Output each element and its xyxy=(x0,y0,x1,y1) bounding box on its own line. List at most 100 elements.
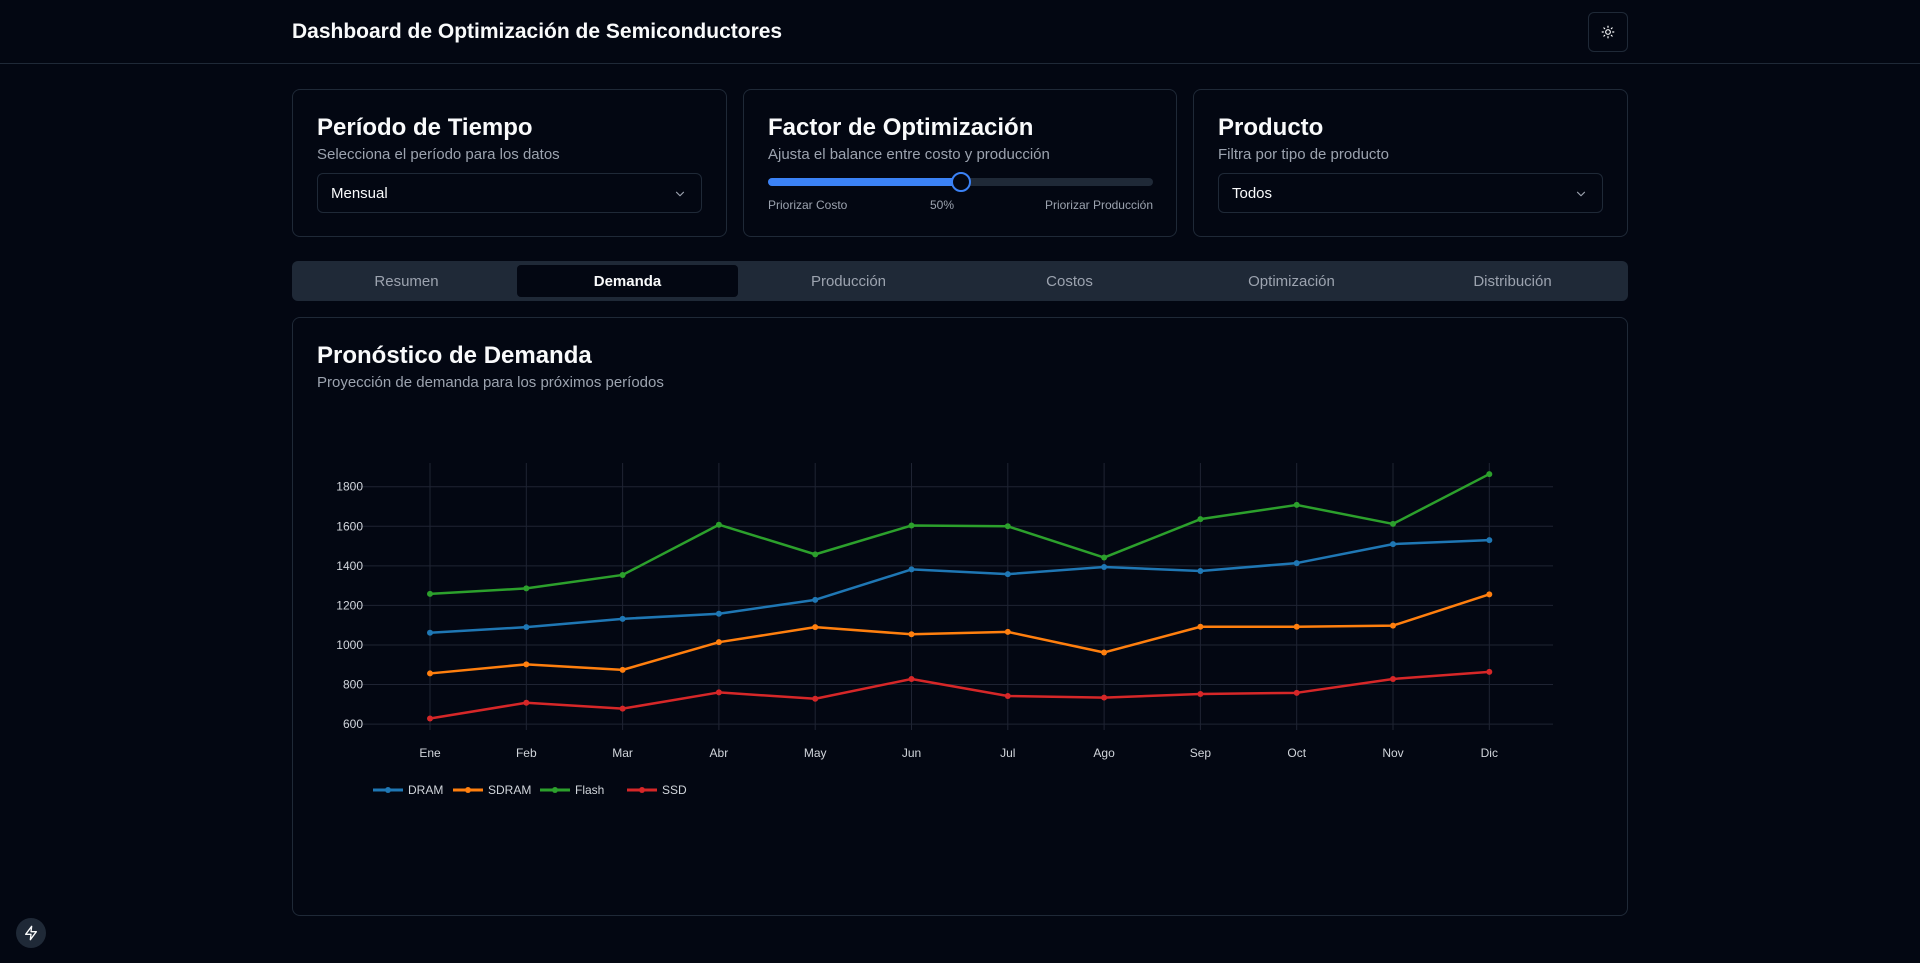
period-select[interactable]: Mensual xyxy=(317,173,702,213)
x-tick-label: Ene xyxy=(419,746,441,760)
chart-card-description: Proyección de demanda para los próximos … xyxy=(317,374,664,391)
data-point-sdram xyxy=(523,661,530,668)
data-point-dram xyxy=(1293,560,1300,567)
y-tick-label: 1600 xyxy=(336,519,363,533)
data-point-ssd xyxy=(1293,689,1300,696)
y-tick-label: 600 xyxy=(343,717,363,731)
tab-bar: Resumen Demanda Producción Costos Optimi… xyxy=(292,261,1628,301)
tab-optimizacion[interactable]: Optimización xyxy=(1181,265,1402,297)
legend-marker-sdram xyxy=(465,787,471,793)
x-tick-label: Ago xyxy=(1093,746,1115,760)
legend-marker-flash xyxy=(552,787,558,793)
data-point-flash xyxy=(715,521,722,528)
legend-marker-ssd xyxy=(639,787,645,793)
product-select[interactable]: Todos xyxy=(1218,173,1603,213)
data-point-dram xyxy=(619,615,626,622)
data-point-dram xyxy=(1390,541,1396,548)
legend-label-flash: Flash xyxy=(575,783,604,797)
dev-tools-button[interactable] xyxy=(16,918,46,948)
chevron-down-icon xyxy=(675,191,685,197)
tab-demanda[interactable]: Demanda xyxy=(517,265,738,297)
data-point-sdram xyxy=(812,624,819,631)
data-point-sdram xyxy=(1101,649,1108,656)
series-line-dram xyxy=(429,538,1490,634)
product-select-value: Todos xyxy=(1232,184,1273,202)
data-point-dram xyxy=(427,629,433,636)
data-point-sdram xyxy=(619,666,626,673)
chart-card-title: Pronóstico de Demanda xyxy=(317,342,592,369)
y-tick-label: 800 xyxy=(343,678,363,692)
top-bar: Dashboard de Optimización de Semiconduct… xyxy=(0,0,1920,64)
data-point-dram xyxy=(715,610,722,617)
x-tick-label: Sep xyxy=(1190,746,1212,760)
data-point-ssd xyxy=(1486,668,1493,675)
demand-chart-card: Pronóstico de Demanda Proyección de dema… xyxy=(292,317,1628,916)
data-point-ssd xyxy=(619,705,626,712)
data-point-sdram xyxy=(1390,622,1396,629)
y-tick-label: 1200 xyxy=(336,598,363,612)
data-point-dram xyxy=(908,566,915,573)
legend-marker-dram xyxy=(385,787,391,793)
tab-resumen[interactable]: Resumen xyxy=(296,265,517,297)
period-card: Período de Tiempo Selecciona el período … xyxy=(292,89,727,237)
data-point-ssd xyxy=(908,675,915,682)
data-point-sdram xyxy=(1197,623,1204,630)
data-point-dram xyxy=(1197,567,1204,574)
data-point-flash xyxy=(1293,501,1300,508)
x-tick-label: Mar xyxy=(612,746,633,760)
period-select-value: Mensual xyxy=(331,184,388,202)
slider-labels: Priorizar Costo 50% Priorizar Producción xyxy=(768,198,1153,214)
data-point-flash xyxy=(908,522,915,529)
data-point-dram xyxy=(1004,571,1011,578)
tab-costos[interactable]: Costos xyxy=(959,265,1180,297)
series-line-sdram xyxy=(429,593,1490,675)
slider-max-label: Priorizar Producción xyxy=(1044,198,1153,212)
y-tick-label: 1800 xyxy=(336,480,363,494)
data-point-flash xyxy=(1486,471,1493,478)
data-point-flash xyxy=(1004,523,1011,530)
app-title: Dashboard de Optimización de Semiconduct… xyxy=(292,20,783,43)
bolt-icon xyxy=(25,925,37,941)
data-point-ssd xyxy=(1197,691,1204,698)
data-point-flash xyxy=(1101,554,1108,561)
period-card-description: Selecciona el período para los datos xyxy=(317,146,560,163)
optimization-card-description: Ajusta el balance entre costo y producci… xyxy=(768,146,1050,163)
optimization-slider[interactable] xyxy=(768,172,1153,192)
data-point-flash xyxy=(1197,516,1204,523)
data-point-ssd xyxy=(1101,694,1108,701)
slider-value-label: 50% xyxy=(930,198,955,212)
data-point-flash xyxy=(523,585,530,592)
optimization-card-title: Factor de Optimización xyxy=(768,114,1034,141)
x-tick-label: Dic xyxy=(1481,746,1498,760)
slider-fill xyxy=(768,178,961,186)
y-tick-label: 1000 xyxy=(336,638,363,652)
legend-label-dram: DRAM xyxy=(408,783,443,797)
series-line-ssd xyxy=(429,670,1490,720)
data-point-sdram xyxy=(715,639,722,646)
legend-label-sdram: SDRAM xyxy=(488,783,531,797)
data-point-dram xyxy=(523,624,530,631)
data-point-ssd xyxy=(812,695,819,702)
data-point-dram xyxy=(1486,537,1493,544)
demand-line-chart: 600 800 1000 1200 1400 1600 1800 Ene Feb Mar Abr Ma… xyxy=(336,463,1553,797)
product-card-description: Filtra por tipo de producto xyxy=(1218,146,1389,163)
data-point-sdram xyxy=(1486,591,1493,598)
tab-distribucion[interactable]: Distribución xyxy=(1402,265,1623,297)
data-point-ssd xyxy=(427,715,433,722)
chevron-down-icon xyxy=(1576,191,1586,197)
data-point-sdram xyxy=(1004,628,1011,635)
product-card-title: Producto xyxy=(1218,114,1324,141)
data-point-sdram xyxy=(427,670,433,677)
x-tick-label: Abr xyxy=(710,746,729,760)
tab-produccion[interactable]: Producción xyxy=(738,265,959,297)
data-point-flash xyxy=(619,571,626,578)
optimization-card: Factor de Optimización Ajusta el balance… xyxy=(743,89,1177,237)
data-point-ssd xyxy=(523,699,530,706)
x-tick-label: May xyxy=(804,746,827,760)
slider-thumb[interactable] xyxy=(950,172,971,192)
x-tick-label: Jun xyxy=(902,746,921,760)
theme-toggle-button[interactable] xyxy=(1588,12,1628,52)
x-tick-label: Oct xyxy=(1287,746,1306,760)
x-tick-label: Nov xyxy=(1382,746,1403,760)
data-point-flash xyxy=(812,551,819,558)
